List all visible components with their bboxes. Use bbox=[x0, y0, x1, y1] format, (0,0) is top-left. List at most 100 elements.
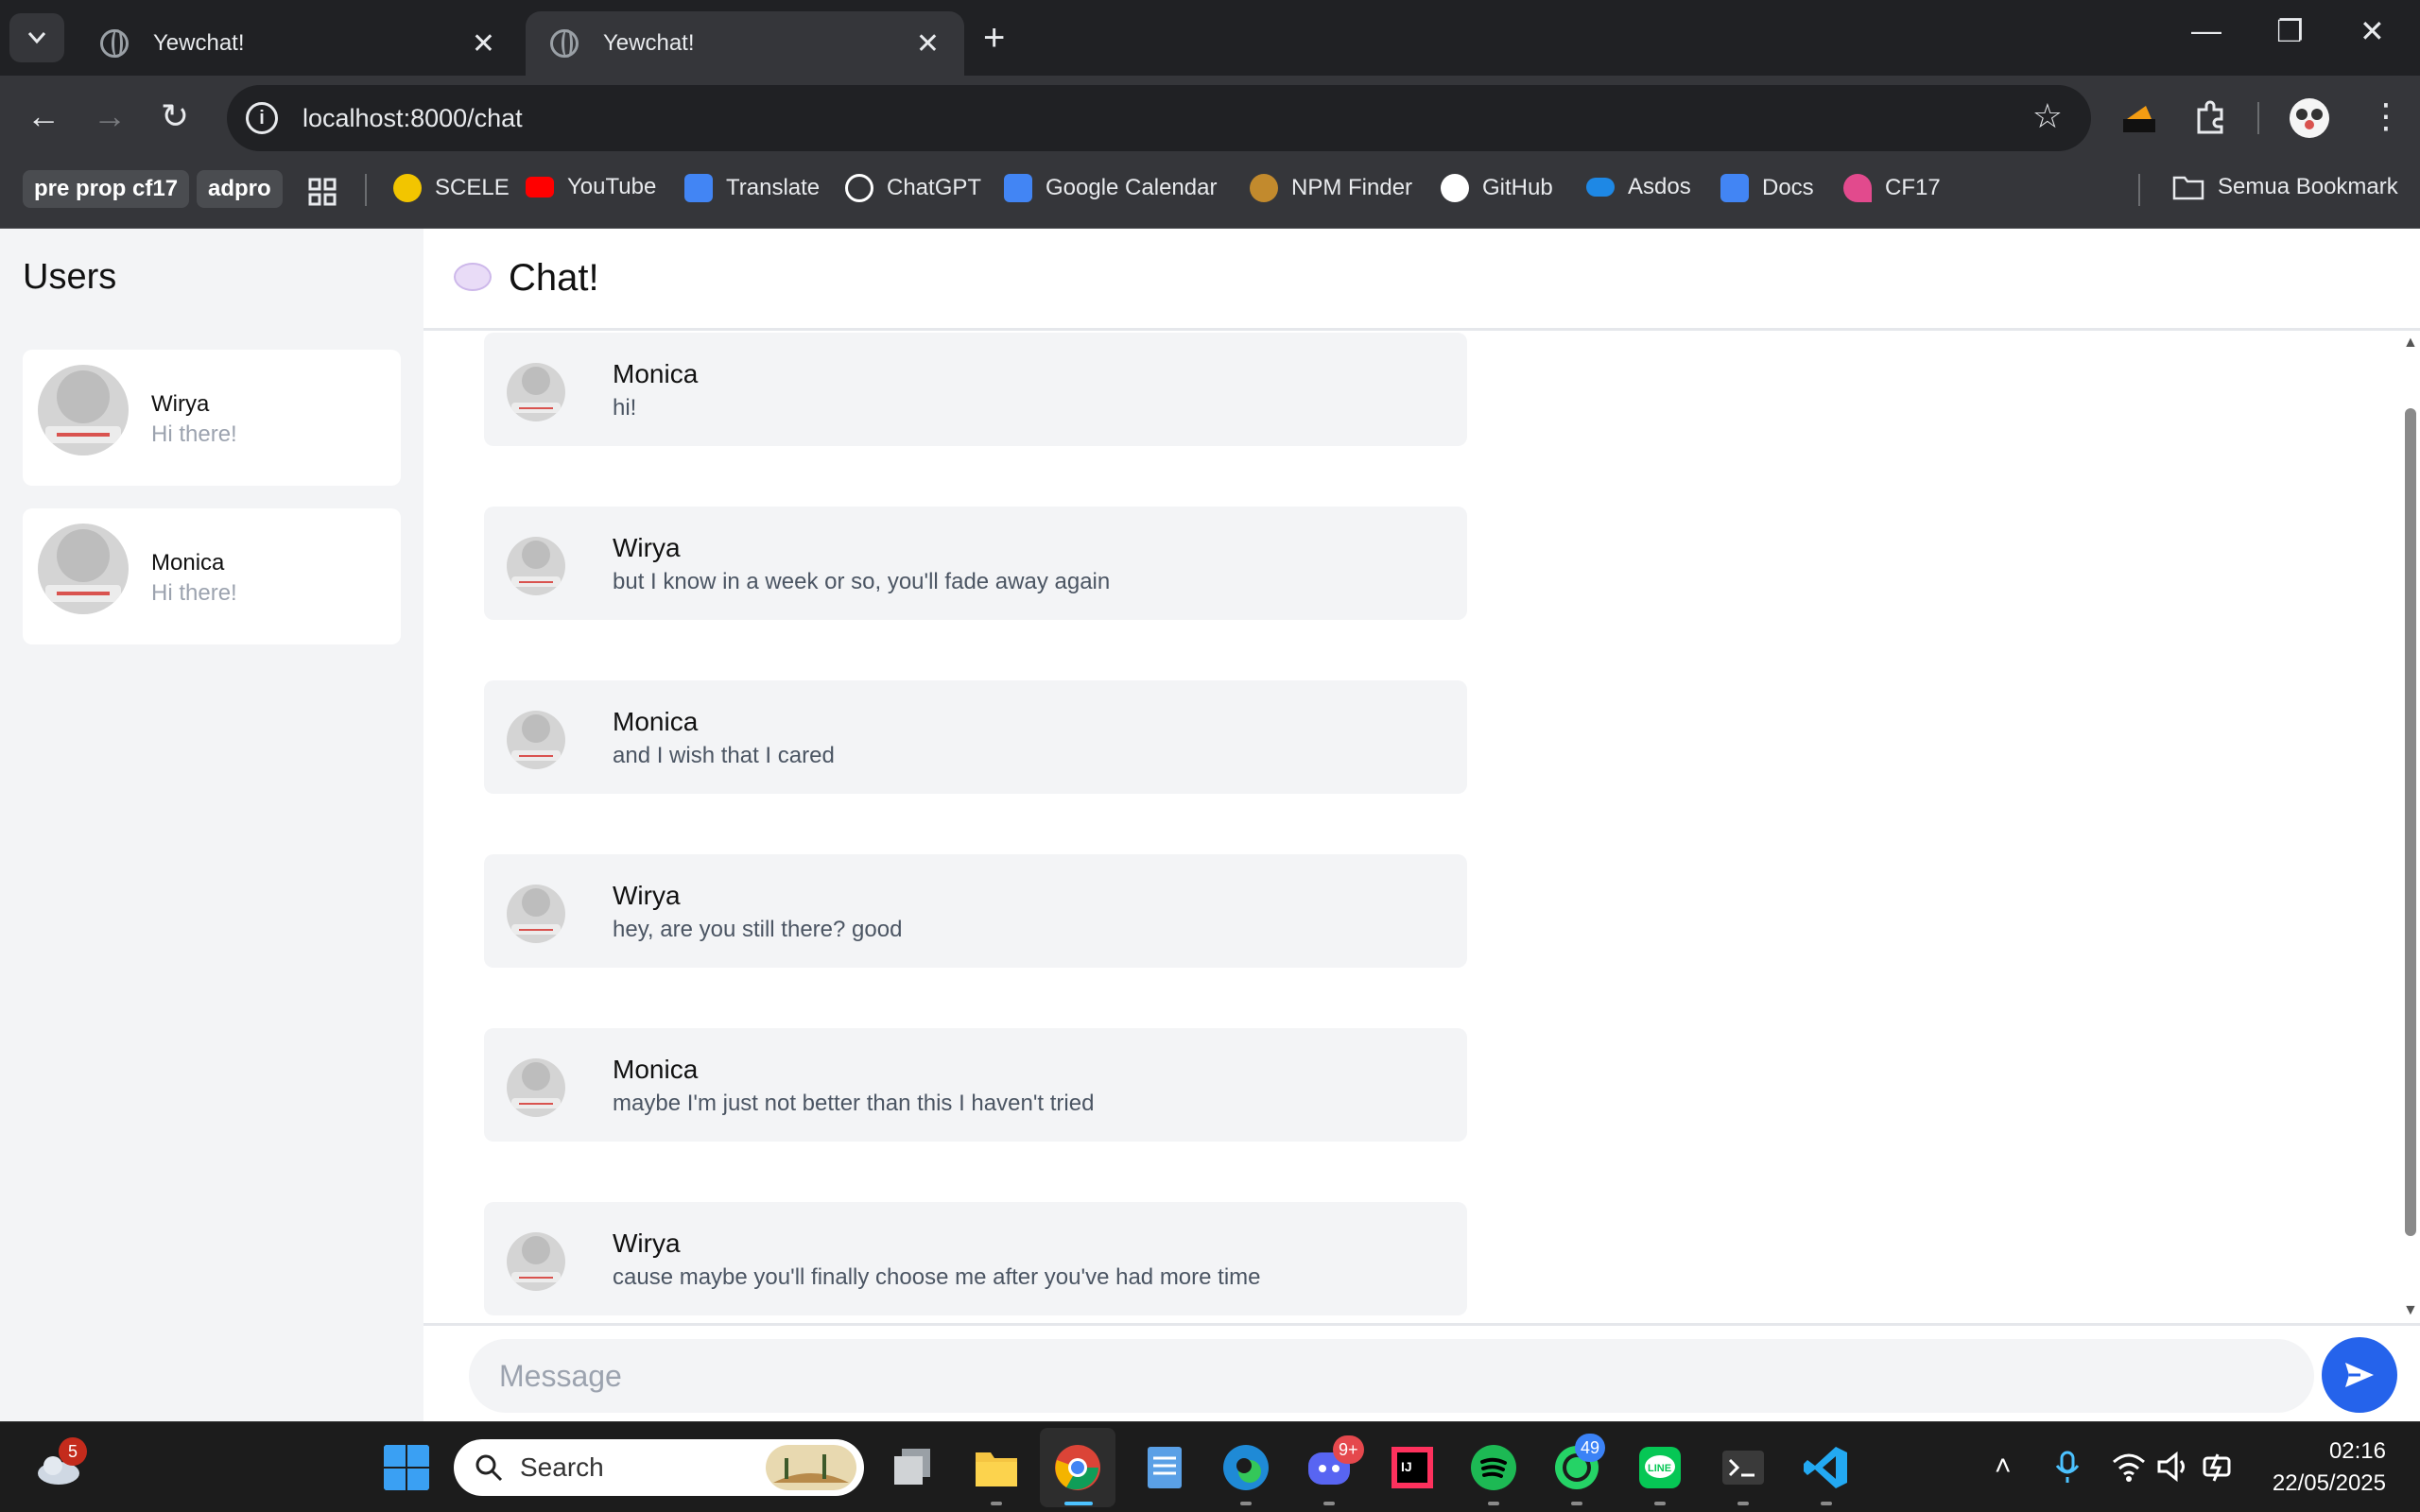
search-highlight-icon bbox=[766, 1445, 856, 1490]
message-item: Monica maybe I'm just not better than th… bbox=[484, 1028, 1467, 1142]
chat-bubble-icon bbox=[454, 263, 492, 291]
bookmark-github[interactable]: GitHub bbox=[1441, 174, 1553, 202]
calendar-icon bbox=[1004, 174, 1032, 202]
message-text: and I wish that I cared bbox=[613, 743, 835, 768]
all-bookmarks-folder[interactable]: Semua Bookmark bbox=[2172, 174, 2398, 200]
line-icon[interactable]: LINE bbox=[1635, 1443, 1685, 1492]
message-input[interactable] bbox=[469, 1339, 2314, 1413]
restore-button[interactable]: ❐ bbox=[2276, 13, 2304, 49]
running-indicator bbox=[1323, 1502, 1335, 1505]
bookmark-scele[interactable]: SCELE bbox=[393, 174, 510, 202]
message-item: Monica and I wish that I cared bbox=[484, 680, 1467, 794]
bookmark-star-icon[interactable]: ☆ bbox=[2032, 96, 2063, 136]
browser-menu-icon[interactable]: ⋮ bbox=[2369, 96, 2403, 136]
spotify-icon[interactable] bbox=[1469, 1443, 1518, 1492]
task-view-icon[interactable] bbox=[889, 1443, 938, 1492]
message-author: Monica bbox=[613, 359, 699, 388]
vscode-icon[interactable] bbox=[1802, 1443, 1851, 1492]
wifi-icon[interactable] bbox=[2112, 1451, 2146, 1483]
close-tab-icon[interactable]: ✕ bbox=[916, 27, 940, 60]
message-composer bbox=[424, 1323, 2420, 1421]
chrome-icon[interactable] bbox=[1053, 1443, 1102, 1492]
whatsapp-badge: 49 bbox=[1575, 1434, 1606, 1462]
scele-icon bbox=[393, 174, 422, 202]
message-text: hey, are you still there? good bbox=[613, 917, 903, 942]
url-text[interactable]: localhost:8000/chat bbox=[302, 104, 523, 133]
tab-yewchat-2[interactable]: Yewchat! ✕ bbox=[526, 11, 964, 76]
search-label: Search bbox=[520, 1452, 604, 1482]
show-hidden-icons-icon[interactable]: ˄ bbox=[1995, 1451, 2012, 1483]
edge-icon[interactable] bbox=[1221, 1443, 1270, 1492]
message-list[interactable]: Monica hi! Wirya but I know in a week or… bbox=[424, 333, 2399, 1323]
back-button[interactable]: ← bbox=[26, 96, 60, 136]
battery-charging-icon[interactable] bbox=[2203, 1451, 2237, 1483]
whatsapp-icon[interactable]: 49 bbox=[1552, 1434, 1606, 1492]
globe-icon bbox=[550, 29, 579, 58]
send-icon bbox=[2345, 1363, 2374, 1387]
tab-search-button[interactable] bbox=[9, 13, 64, 62]
volume-icon[interactable] bbox=[2157, 1451, 2191, 1483]
site-info-icon[interactable]: i bbox=[246, 102, 278, 134]
forward-button[interactable]: → bbox=[93, 96, 127, 136]
tab-strip: Yewchat! ✕ Yewchat! ✕ + — ❐ ✕ bbox=[0, 0, 2420, 76]
running-indicator bbox=[1240, 1502, 1252, 1505]
bookmarks-bar: pre prop cf17 adpro SCELE YouTube Transl… bbox=[0, 161, 2420, 229]
notepad-icon[interactable] bbox=[1140, 1443, 1189, 1492]
terminal-icon[interactable] bbox=[1719, 1443, 1768, 1492]
send-button[interactable] bbox=[2322, 1337, 2397, 1413]
new-tab-button[interactable]: + bbox=[983, 17, 1005, 60]
taskbar-search[interactable]: Search bbox=[454, 1439, 864, 1496]
avatar bbox=[38, 524, 129, 614]
tab-title: Yewchat! bbox=[153, 30, 245, 56]
weather-icon[interactable]: 5 bbox=[34, 1437, 87, 1492]
bookmark-cf17[interactable]: CF17 bbox=[1843, 174, 1941, 202]
bookmark-google-calendar[interactable]: Google Calendar bbox=[1004, 174, 1217, 202]
extension-app-icon[interactable] bbox=[2118, 96, 2161, 140]
file-explorer-icon[interactable] bbox=[972, 1443, 1021, 1492]
reload-button[interactable]: ↻ bbox=[161, 96, 189, 136]
bookmark-separator bbox=[2138, 174, 2140, 206]
npm-finder-icon bbox=[1250, 174, 1278, 202]
bookmark-translate[interactable]: Translate bbox=[684, 174, 820, 202]
bookmark-chatgpt[interactable]: ChatGPT bbox=[845, 174, 981, 202]
bookmark-folder-pre-prop[interactable]: pre prop cf17 bbox=[23, 170, 190, 208]
tab-yewchat-1[interactable]: Yewchat! ✕ bbox=[76, 11, 520, 76]
folder-icon bbox=[2172, 176, 2204, 200]
message-item: Monica hi! bbox=[484, 333, 1467, 446]
minimize-button[interactable]: — bbox=[2191, 13, 2221, 48]
scrollbar-thumb[interactable] bbox=[2405, 408, 2416, 1236]
windows-start-icon[interactable] bbox=[382, 1443, 431, 1492]
message-author: Wirya bbox=[613, 533, 681, 562]
bookmark-asdos[interactable]: Asdos bbox=[1586, 174, 1691, 200]
bookmark-docs[interactable]: Docs bbox=[1720, 174, 1814, 202]
avatar bbox=[507, 537, 565, 595]
close-window-button[interactable]: ✕ bbox=[2360, 13, 2385, 49]
chevron-down-icon bbox=[27, 32, 46, 44]
scroll-down-arrow-icon[interactable]: ▼ bbox=[2403, 1302, 2418, 1319]
profile-avatar[interactable] bbox=[2288, 96, 2331, 140]
bookmark-npm-finder[interactable]: NPM Finder bbox=[1250, 174, 1412, 202]
extensions-puzzle-icon[interactable] bbox=[2189, 96, 2233, 140]
avatar bbox=[507, 1058, 565, 1117]
message-scrollbar[interactable]: ▲ ▼ bbox=[2399, 333, 2420, 1323]
bookmark-folder-adpro[interactable]: adpro bbox=[197, 170, 283, 208]
user-card-wirya[interactable]: Wirya Hi there! bbox=[23, 350, 401, 486]
scroll-up-arrow-icon[interactable]: ▲ bbox=[2403, 335, 2418, 352]
user-name: Wirya bbox=[151, 391, 210, 417]
intellij-icon[interactable]: IJ bbox=[1388, 1443, 1437, 1492]
running-indicator bbox=[1821, 1502, 1832, 1505]
discord-icon[interactable]: 9+ bbox=[1305, 1435, 1364, 1492]
apps-grid-icon[interactable] bbox=[308, 178, 337, 206]
bookmark-youtube[interactable]: YouTube bbox=[526, 174, 656, 200]
windows-taskbar: 5 Search 9+ IJ 49 LINE ˄ 02:16 22/05/202… bbox=[0, 1421, 2420, 1512]
user-name: Monica bbox=[151, 550, 225, 576]
address-bar[interactable]: i localhost:8000/chat ☆ bbox=[227, 85, 2091, 151]
close-tab-icon[interactable]: ✕ bbox=[472, 27, 495, 60]
microphone-icon[interactable] bbox=[2053, 1451, 2082, 1485]
system-clock[interactable]: 02:16 22/05/2025 bbox=[2273, 1435, 2386, 1500]
avatar bbox=[507, 711, 565, 769]
svg-text:LINE: LINE bbox=[1648, 1463, 1671, 1474]
avatar bbox=[507, 363, 565, 421]
user-card-monica[interactable]: Monica Hi there! bbox=[23, 508, 401, 644]
translate-icon bbox=[684, 174, 713, 202]
